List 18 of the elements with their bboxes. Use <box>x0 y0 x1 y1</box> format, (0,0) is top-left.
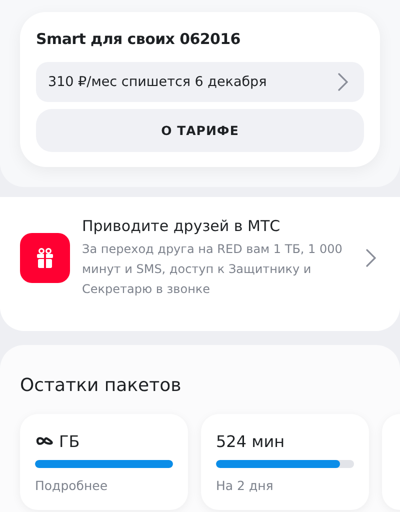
package-card[interactable]: 524 мин На 2 дня <box>201 414 369 510</box>
gift-icon <box>20 233 70 283</box>
payment-row[interactable]: 310 ₽/мес спишется 6 декабря <box>36 62 364 102</box>
payment-text: 310 ₽/мес спишется 6 декабря <box>48 74 267 90</box>
about-tariff-button[interactable]: О ТАРИФЕ <box>36 109 364 152</box>
package-value: 524 мин <box>216 432 285 450</box>
package-note: На 2 дня <box>216 478 274 493</box>
chevron-icon <box>338 73 348 91</box>
package-value: ГБ <box>59 432 80 450</box>
infinity-icon <box>35 436 53 446</box>
promo-title: Приводите друзей в МТС <box>82 217 282 235</box>
promo-text: За переход друга на RED вам 1 ТБ, 1 000 минут и SMS, доступ к Защитнику и Секретарю в звонке <box>82 241 344 298</box>
tariff-title: Smart для своих 062016 <box>36 30 242 48</box>
package-note: Подробнее <box>35 478 109 493</box>
promo-panel[interactable]: Приводите друзей в МТС За переход друга на RED вам 1 ТБ, 1 000 минут и SMS, доступ к Защитнику и Секретарю в звонке <box>0 197 400 331</box>
package-card[interactable]: ГБ Подробнее <box>20 414 188 510</box>
packages-title: Остатки пакетов <box>20 375 182 396</box>
chevron-icon <box>366 249 376 267</box>
